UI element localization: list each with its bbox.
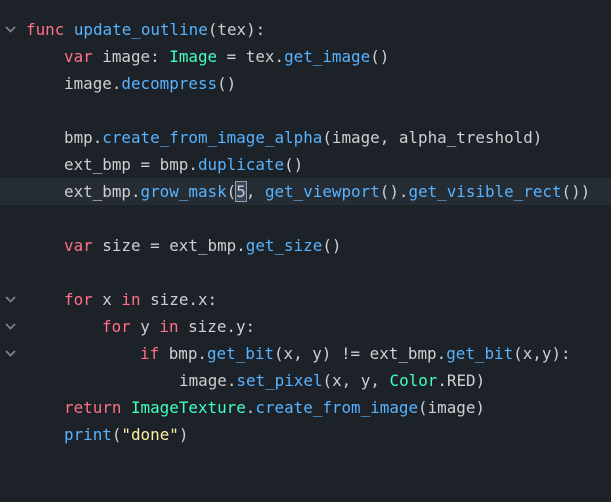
code-line[interactable]: var image: Image = tex.get_image() [0,43,611,70]
keyword: return [64,398,122,417]
code-line[interactable]: return ImageTexture.create_from_image(im… [0,394,611,421]
function-name: get_visible_rect [408,182,562,201]
code-text: image.set_pixel(x, y, Color.RED) [179,367,485,394]
code-token: () [370,47,390,66]
function-name: get_bit [446,344,514,363]
code-token: ()) [561,182,591,201]
chevron-down-icon[interactable] [4,16,18,43]
chevron-down-icon[interactable] [4,340,18,367]
code-editor[interactable]: func update_outline(tex): var image: Ima… [0,0,611,469]
function-name: get_viewport [264,182,380,201]
code-text: ext_bmp = bmp.duplicate() [64,151,303,178]
code-token: () [217,74,237,93]
code-token: . [245,398,256,417]
type-name: Color [389,371,438,390]
code-token: () [284,155,304,174]
code-token: bmp. [159,344,207,363]
code-text: var size = ext_bmp.get_size() [64,232,341,259]
code-token: size.y: [178,317,256,336]
code-text: func update_outline(tex): [26,16,265,43]
code-token: (x, y) != ext_bmp. [273,344,447,363]
code-token: , [245,182,265,201]
code-text: return ImageTexture.create_from_image(im… [64,394,485,421]
code-line[interactable]: var size = ext_bmp.get_size() [0,232,611,259]
code-text: for x in size.x: [64,286,217,313]
code-token: (image, alpha_treshold) [322,128,543,147]
type-name: ImageTexture [130,398,246,417]
function-name: get_bit [206,344,274,363]
keyword: func [26,20,65,39]
chevron-down-icon[interactable] [4,286,18,313]
function-name: create_from_image_alpha [102,128,323,147]
code-token: ext_bmp = bmp. [64,155,198,174]
code-token: size.x: [140,290,218,309]
code-text: ext_bmp.grow_mask(5, get_viewport().get_… [64,178,590,205]
code-token: = tex. [217,47,285,66]
code-token: bmp. [64,128,103,147]
chevron-down-icon[interactable] [4,313,18,340]
code-token: size = ext_bmp. [92,236,246,255]
keyword: var [64,47,93,66]
keyword: if [140,344,160,363]
code-line[interactable]: for y in size.y: [0,313,611,340]
function-name: set_pixel [236,371,323,390]
code-token: (image) [418,398,485,417]
code-line[interactable]: image.set_pixel(x, y, Color.RED) [0,367,611,394]
code-token: image. [179,371,237,390]
function-name: create_from_image [255,398,419,417]
keyword: var [64,236,93,255]
code-line[interactable]: ext_bmp = bmp.duplicate() [0,151,611,178]
code-token: (). [379,182,409,201]
keyword: for [102,317,131,336]
code-line[interactable]: print("done") [0,421,611,448]
function-name: get_size [245,236,323,255]
code-token: (tex): [207,20,266,39]
code-token: ( [226,182,237,201]
function-name: decompress [121,74,218,93]
function-name: update_outline [73,20,208,39]
code-line[interactable]: func update_outline(tex): [0,16,611,43]
code-token: (x,y): [513,344,571,363]
function-name: print [64,425,112,444]
current-line[interactable]: ext_bmp.grow_mask(5, get_viewport().get_… [0,178,611,205]
code-token: (x, y, [322,371,390,390]
code-token: ext_bmp. [64,182,141,201]
keyword: for [64,290,93,309]
code-token: ) [178,425,189,444]
code-token: x [92,290,122,309]
code-text: if bmp.get_bit(x, y) != ext_bmp.get_bit(… [140,340,571,367]
code-line[interactable]: image.decompress() [0,70,611,97]
string-literal: "done" [121,425,179,444]
code-token: image. [64,74,122,93]
function-name: duplicate [197,155,285,174]
code-line[interactable]: for x in size.x: [0,286,611,313]
function-name: get_image [284,47,371,66]
keyword: in [159,317,179,336]
keyword: in [121,290,141,309]
function-name: grow_mask [140,182,227,201]
code-token: image: [92,47,170,66]
code-token: y [130,317,160,336]
type-name: Image [169,47,218,66]
text-cursor: 5 [235,181,247,202]
code-token: () [322,236,342,255]
code-line[interactable]: bmp.create_from_image_alpha(image, alpha… [0,124,611,151]
code-token: ( [111,425,122,444]
code-text: bmp.create_from_image_alpha(image, alpha… [64,124,542,151]
code-line[interactable]: if bmp.get_bit(x, y) != ext_bmp.get_bit(… [0,340,611,367]
code-text: for y in size.y: [102,313,255,340]
code-text: image.decompress() [64,70,236,97]
code-text: print("done") [64,421,188,448]
code-token: .RED) [437,371,486,390]
code-text: var image: Image = tex.get_image() [64,43,389,70]
